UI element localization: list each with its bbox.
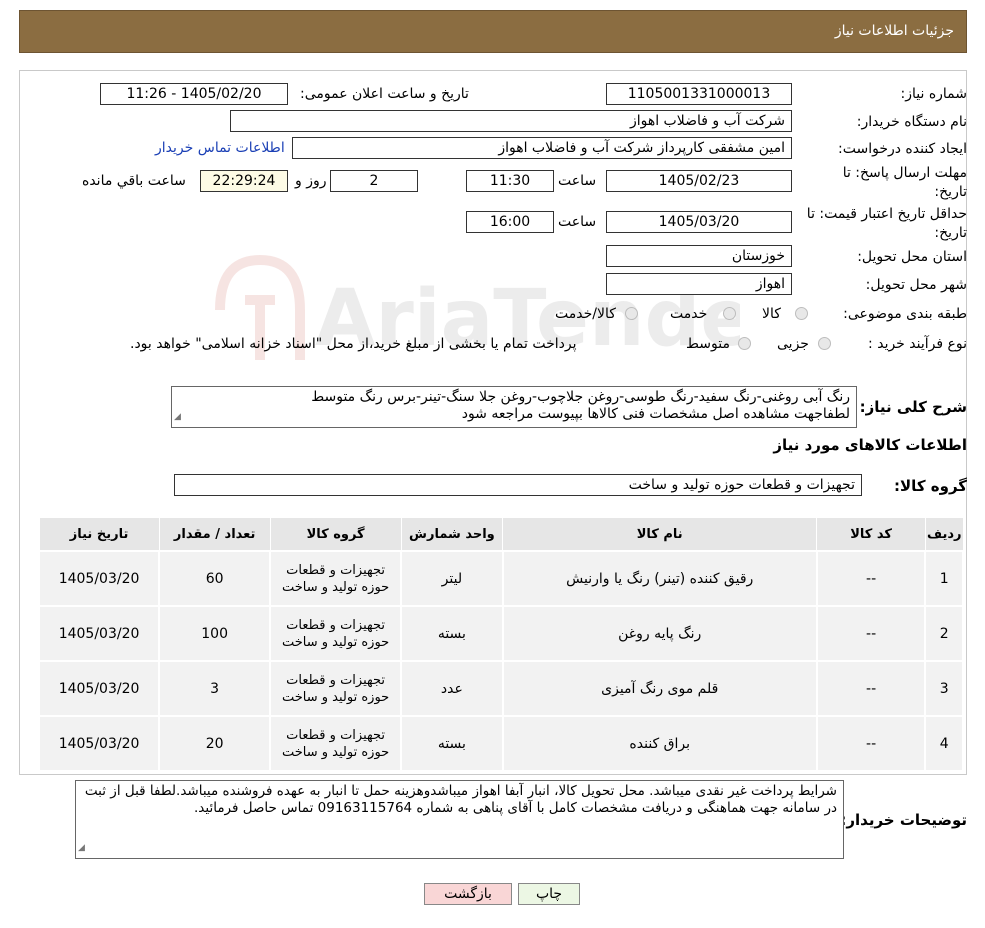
cell-qty: 100 [158, 605, 272, 662]
print-button[interactable]: چاپ [518, 883, 580, 905]
buyer-org-label: نام دستگاه خریدار: [856, 114, 967, 130]
cell-group: تجهیزات و قطعات حوزه تولید و ساخت [269, 715, 403, 772]
resize-grip-icon[interactable]: ◢ [78, 840, 85, 857]
cell-date: 1405/03/20 [37, 715, 161, 772]
province-label: استان محل تحویل: [857, 249, 967, 265]
cell-group: تجهیزات و قطعات حوزه تولید و ساخت [269, 660, 403, 717]
cell-unit: عدد [400, 660, 504, 717]
need-number-field: 1105001331000013 [606, 83, 792, 105]
items-table-header: ردیف کد کالا نام کالا واحد شمارش گروه کا… [38, 517, 964, 552]
cell-code: -- [815, 550, 927, 607]
table-row: 1 -- رقیق کننده (تینر) رنگ یا وارنیش لیت… [37, 550, 964, 607]
validity-time-field: 16:00 [466, 211, 554, 233]
cell-qty: 20 [158, 715, 272, 772]
cell-row: 2 [924, 605, 964, 662]
cell-unit: لیتر [400, 550, 504, 607]
page-title: جزئیات اطلاعات نیاز [834, 23, 954, 39]
buyer-contact-link[interactable]: اطلاعات تماس خریدار [155, 140, 285, 156]
buyer-notes-textarea[interactable]: شرایط پرداخت غیر نقدی میباشد. محل تحویل … [75, 780, 844, 859]
days-field: 2 [330, 170, 418, 192]
validity-label-2: تاریخ: [934, 225, 967, 241]
cell-unit: بسته [400, 605, 504, 662]
cell-date: 1405/03/20 [37, 660, 161, 717]
cell-code: -- [815, 605, 927, 662]
city-label: شهر محل تحویل: [865, 277, 967, 293]
deadline-label-2: تاریخ: [934, 184, 967, 200]
purchase-option-minor: جزیی [777, 336, 809, 352]
purchase-type-label: نوع فرآیند خرید : [868, 336, 967, 352]
cell-date: 1405/03/20 [37, 605, 161, 662]
cell-name: رنگ پایه روغن [501, 605, 818, 662]
col-date: تاریخ نیاز [38, 517, 160, 552]
category-radio-goods[interactable] [795, 307, 808, 320]
description-line-2: لطفاجهت مشاهده اصل مشخصات فنی کالاها بپی… [461, 406, 850, 422]
resize-grip-icon[interactable]: ◢ [174, 409, 181, 426]
description-label: شرح کلی نیاز: [859, 398, 967, 416]
col-row: ردیف [924, 517, 964, 552]
cell-group: تجهیزات و قطعات حوزه تولید و ساخت [269, 550, 403, 607]
table-row: 2 -- رنگ پایه روغن بسته تجهیزات و قطعات … [37, 605, 964, 662]
col-qty: تعداد / مقدار [158, 517, 271, 552]
deadline-label: مهلت ارسال پاسخ: تا [842, 165, 967, 181]
cell-row: 3 [924, 660, 964, 717]
deadline-time-label: ساعت [558, 173, 597, 189]
category-radio-service[interactable] [723, 307, 736, 320]
category-label: طبقه بندی موضوعی: [843, 306, 967, 322]
items-section-title: اطلاعات کالاهای مورد نیاز [773, 436, 967, 454]
buyer-org-field: شرکت آب و فاضلاب اهواز [230, 110, 792, 132]
cell-group: تجهیزات و قطعات حوزه تولید و ساخت [269, 605, 403, 662]
cell-row: 4 [924, 715, 964, 772]
cell-date: 1405/03/20 [37, 550, 161, 607]
province-field: خوزستان [606, 245, 792, 267]
validity-date-field: 1405/03/20 [606, 211, 792, 233]
category-radio-both[interactable] [625, 307, 638, 320]
col-code: کد کالا [816, 517, 926, 552]
days-label: روز و [295, 173, 327, 189]
announce-field: 1405/02/20 - 11:26 [100, 83, 288, 105]
purchase-radio-medium[interactable] [738, 337, 751, 350]
table-row: 3 -- قلم موی رنگ آمیزی عدد تجهیزات و قطع… [37, 660, 964, 717]
cell-name: رقیق کننده (تینر) رنگ یا وارنیش [501, 550, 818, 607]
goods-group-field: تجهیزات و قطعات حوزه تولید و ساخت [174, 474, 862, 496]
page-header: جزئیات اطلاعات نیاز [19, 10, 967, 53]
cell-name: قلم موی رنگ آمیزی [501, 660, 818, 717]
deadline-time-field: 11:30 [466, 170, 554, 192]
creator-field: امین مشفقی کارپرداز شرکت آب و فاضلاب اهو… [292, 137, 792, 159]
cell-code: -- [815, 715, 927, 772]
cell-code: -- [815, 660, 927, 717]
validity-label: حداقل تاریخ اعتبار قیمت: تا [806, 206, 967, 222]
goods-group-label: گروه کالا: [894, 477, 967, 495]
table-row: 4 -- براق کننده بسته تجهیزات و قطعات حوز… [37, 715, 964, 772]
buyer-notes-label: توضیحات خریدار: [840, 811, 967, 829]
cell-qty: 3 [158, 660, 272, 717]
cell-row: 1 [924, 550, 964, 607]
back-button[interactable]: بازگشت [424, 883, 512, 905]
category-option-goods: کالا [762, 306, 781, 322]
validity-time-label: ساعت [558, 214, 597, 230]
col-group: گروه کالا [269, 517, 402, 552]
col-name: نام کالا [502, 517, 818, 552]
category-option-both: کالا/خدمت [555, 306, 616, 322]
announce-label: تاریخ و ساعت اعلان عمومی: [300, 86, 469, 102]
description-textarea[interactable]: رنگ آبی روغنی-رنگ سفید-رنگ طوسی-روغن جلا… [171, 386, 857, 428]
remaining-label: ساعت باقي مانده [82, 173, 186, 189]
cell-name: براق کننده [501, 715, 818, 772]
purchase-option-medium: متوسط [686, 336, 730, 352]
purchase-radio-minor[interactable] [818, 337, 831, 350]
buyer-notes-text: شرایط پرداخت غیر نقدی میباشد. محل تحویل … [84, 783, 837, 816]
deadline-date-field: 1405/02/23 [606, 170, 792, 192]
category-option-service: خدمت [670, 306, 708, 322]
city-field: اهواز [606, 273, 792, 295]
purchase-note: پرداخت تمام یا بخشی از مبلغ خرید،از محل … [130, 336, 577, 352]
items-table: ردیف کد کالا نام کالا واحد شمارش گروه کا… [37, 517, 964, 772]
col-unit: واحد شمارش [400, 517, 504, 552]
creator-label: ایجاد کننده درخواست: [838, 141, 967, 157]
cell-qty: 60 [158, 550, 272, 607]
remaining-time-field: 22:29:24 [200, 170, 288, 192]
need-number-label: شماره نیاز: [900, 86, 968, 102]
description-line-1: رنگ آبی روغنی-رنگ سفید-رنگ طوسی-روغن جلا… [311, 389, 850, 405]
cell-unit: بسته [400, 715, 504, 772]
